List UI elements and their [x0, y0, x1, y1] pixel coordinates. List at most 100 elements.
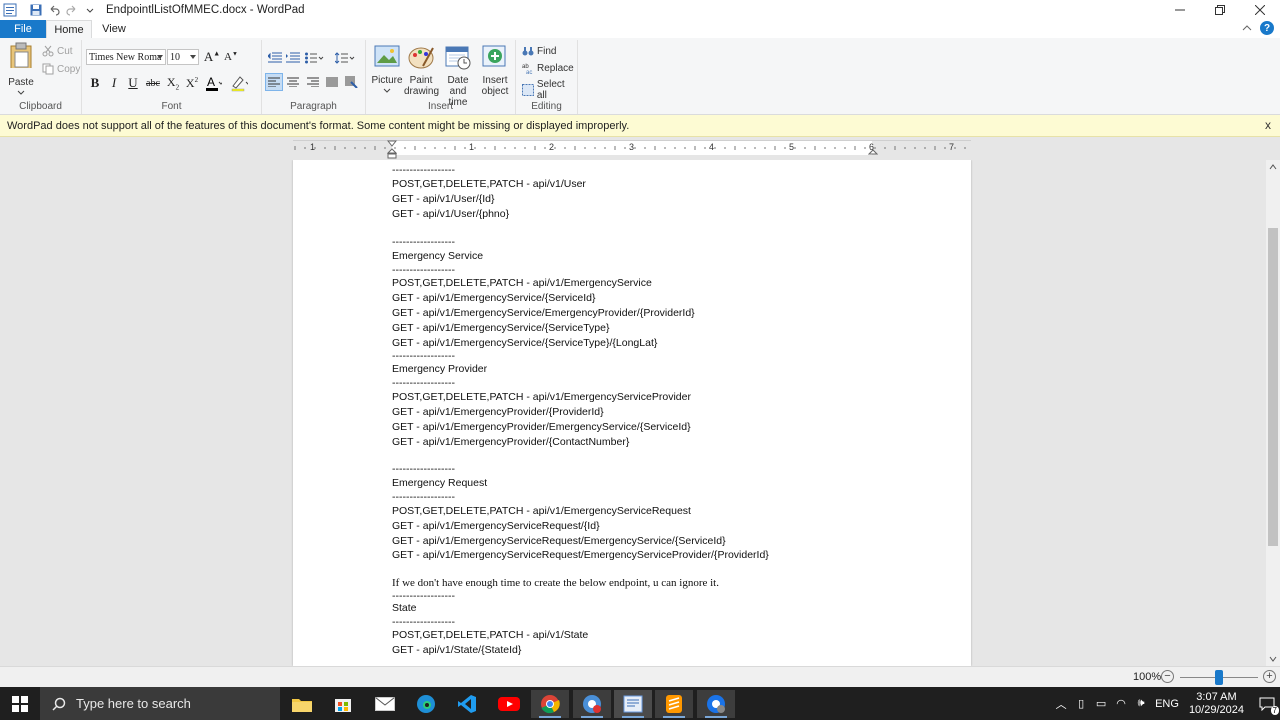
- bullet-list-button[interactable]: [304, 49, 326, 67]
- picture-dropdown-icon[interactable]: [383, 88, 391, 94]
- mail-icon[interactable]: [366, 690, 404, 718]
- align-left-button[interactable]: [265, 73, 283, 91]
- separator-line: ------------------: [392, 236, 455, 248]
- youtube-icon[interactable]: [490, 690, 528, 718]
- taskbar-search-box[interactable]: Type here to search: [40, 687, 280, 720]
- device-icon[interactable]: ▯: [1071, 697, 1091, 710]
- date-time-button[interactable]: Date and time: [440, 44, 476, 108]
- replace-button[interactable]: ab ac Replace: [522, 62, 574, 75]
- scroll-up-icon[interactable]: [1266, 160, 1280, 174]
- document-line: GET - api/v1/EmergencyService/{ServiceId…: [392, 292, 596, 304]
- select-all-button[interactable]: Select all: [522, 79, 577, 101]
- right-indent-marker-icon[interactable]: [868, 142, 878, 158]
- redo-icon[interactable]: [64, 2, 80, 18]
- scroll-down-icon[interactable]: [1266, 652, 1280, 666]
- line-spacing-button[interactable]: [334, 49, 356, 67]
- justify-button[interactable]: [323, 73, 341, 91]
- underline-button[interactable]: U: [124, 74, 142, 92]
- subscript-button[interactable]: X2: [164, 74, 182, 92]
- ruler[interactable]: 1 1 2 3 4 5 6 7: [293, 140, 971, 159]
- document-page[interactable]: ------------------ POST,GET,DELETE,PATCH …: [293, 160, 971, 666]
- paste-button[interactable]: Paste: [6, 42, 36, 99]
- font-color-button[interactable]: A: [204, 74, 222, 92]
- insert-picture-button[interactable]: Picture: [370, 44, 404, 97]
- window-title: EndpointlListOfMMEC.docx - WordPad: [106, 4, 305, 16]
- chrome-icon[interactable]: [531, 690, 569, 718]
- taskbar: Type here to search ︿ ▯ ▭ ◠ 🕪 ENG 3:07 A…: [0, 687, 1280, 720]
- cut-button[interactable]: Cut: [42, 45, 73, 57]
- collapse-ribbon-chevron-icon[interactable]: [1242, 24, 1252, 32]
- language-indicator[interactable]: ENG: [1155, 698, 1179, 710]
- file-explorer-icon[interactable]: [283, 690, 321, 718]
- zoom-level: 100%: [1133, 671, 1162, 683]
- italic-button[interactable]: I: [105, 74, 123, 92]
- tab-view[interactable]: View: [92, 20, 136, 38]
- infobar-close-icon[interactable]: x: [1265, 118, 1271, 132]
- document-line: POST,GET,DELETE,PATCH - api/v1/Emergency…: [392, 391, 691, 403]
- highlight-color-button[interactable]: [230, 74, 248, 92]
- document-line: GET - api/v1/EmergencyProvider/{Provider…: [392, 406, 604, 418]
- show-hidden-icons-chevron-icon[interactable]: ︿: [1051, 696, 1071, 712]
- paragraph-settings-button[interactable]: [343, 73, 361, 91]
- start-button[interactable]: [0, 687, 40, 720]
- undo-icon[interactable]: [46, 2, 62, 18]
- clock[interactable]: 3:07 AM 10/29/2024: [1189, 691, 1244, 717]
- vscode-icon[interactable]: [448, 690, 486, 718]
- edge-browser-icon[interactable]: [407, 690, 445, 718]
- help-icon[interactable]: ?: [1260, 21, 1274, 35]
- customize-toolbar-chevron-icon[interactable]: [82, 2, 98, 18]
- close-icon: [1255, 5, 1265, 15]
- grow-font-button[interactable]: A▲: [203, 48, 221, 66]
- font-family-select[interactable]: Times New Roma: [86, 49, 166, 65]
- strikethrough-button[interactable]: abc: [144, 74, 162, 92]
- copy-button[interactable]: Copy: [42, 63, 80, 75]
- font-group: Times New Roma 10 A▲ A▼ B I U abc X2 X2 …: [82, 40, 262, 114]
- copy-label: Copy: [57, 63, 81, 75]
- document-line: GET - api/v1/EmergencyServiceRequest/Eme…: [392, 549, 769, 561]
- select-all-label: Select all: [536, 79, 565, 101]
- bold-button[interactable]: B: [86, 74, 104, 92]
- align-center-button[interactable]: [284, 73, 302, 91]
- tab-file[interactable]: File: [0, 20, 46, 38]
- battery-icon[interactable]: ▭: [1091, 697, 1111, 710]
- increase-indent-button[interactable]: [284, 49, 302, 67]
- paint-drawing-button[interactable]: Paint drawing: [404, 44, 439, 97]
- restore-button[interactable]: [1200, 0, 1240, 20]
- volume-icon[interactable]: 🕪: [1131, 697, 1151, 710]
- sublime-text-icon[interactable]: [655, 690, 693, 718]
- align-right-button[interactable]: [304, 73, 322, 91]
- clipboard-group: Paste Cut Copy Clipboard: [0, 40, 82, 114]
- font-family-value: Times New Roma: [89, 51, 162, 63]
- grow-font-icon: A▲: [203, 49, 221, 64]
- indent-marker-icon[interactable]: [387, 140, 397, 162]
- find-button[interactable]: Find: [522, 45, 556, 57]
- zoom-in-button[interactable]: +: [1263, 670, 1276, 683]
- save-icon[interactable]: [28, 2, 44, 18]
- wordpad-taskbar-icon[interactable]: [614, 690, 652, 718]
- title-bar: EndpointlListOfMMEC.docx - WordPad: [0, 0, 1280, 20]
- zoom-out-button[interactable]: −: [1161, 670, 1174, 683]
- close-button[interactable]: [1240, 0, 1280, 20]
- insert-object-button[interactable]: Insert object: [478, 44, 512, 97]
- picture-icon: [374, 45, 400, 67]
- minimize-button[interactable]: [1160, 0, 1200, 20]
- zoom-slider-thumb[interactable]: [1215, 670, 1223, 685]
- document-line: POST,GET,DELETE,PATCH - api/v1/User: [392, 178, 586, 190]
- insert-object-label-1: Insert: [482, 75, 508, 86]
- chrome-second-profile-icon[interactable]: [697, 690, 735, 718]
- decrease-indent-button[interactable]: [266, 49, 284, 67]
- shrink-font-button[interactable]: A▼: [222, 48, 240, 66]
- vertical-scrollbar[interactable]: [1266, 160, 1280, 666]
- chrome-profile-icon[interactable]: [573, 690, 611, 718]
- align-center-icon: [287, 77, 299, 87]
- font-size-value: 10: [170, 51, 180, 63]
- tab-home[interactable]: Home: [46, 20, 92, 38]
- microsoft-store-icon[interactable]: [324, 690, 362, 718]
- wifi-icon[interactable]: ◠: [1111, 697, 1131, 710]
- wordpad-app-icon[interactable]: [2, 2, 18, 18]
- paste-dropdown-icon[interactable]: [17, 90, 25, 96]
- scrollbar-thumb[interactable]: [1268, 228, 1278, 546]
- notification-center-button[interactable]: 7: [1254, 693, 1280, 715]
- superscript-button[interactable]: X2: [183, 74, 201, 92]
- font-size-select[interactable]: 10: [167, 49, 199, 65]
